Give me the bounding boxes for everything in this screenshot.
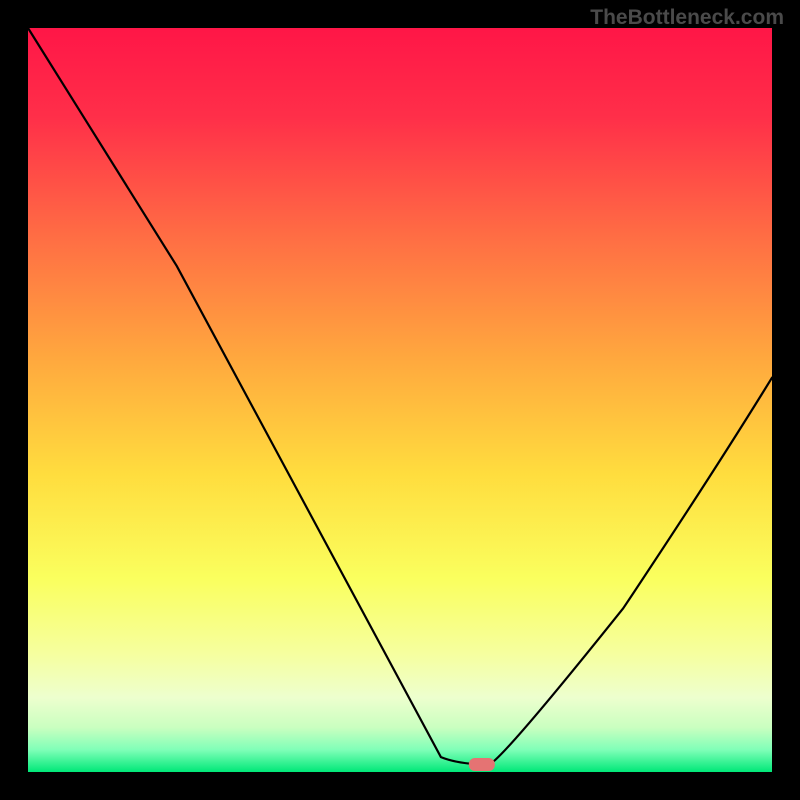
chart-container [0,0,800,800]
bottleneck-chart [0,0,800,800]
watermark-text: TheBottleneck.com [590,6,784,30]
chart-background [28,28,772,772]
optimal-marker [469,758,495,771]
